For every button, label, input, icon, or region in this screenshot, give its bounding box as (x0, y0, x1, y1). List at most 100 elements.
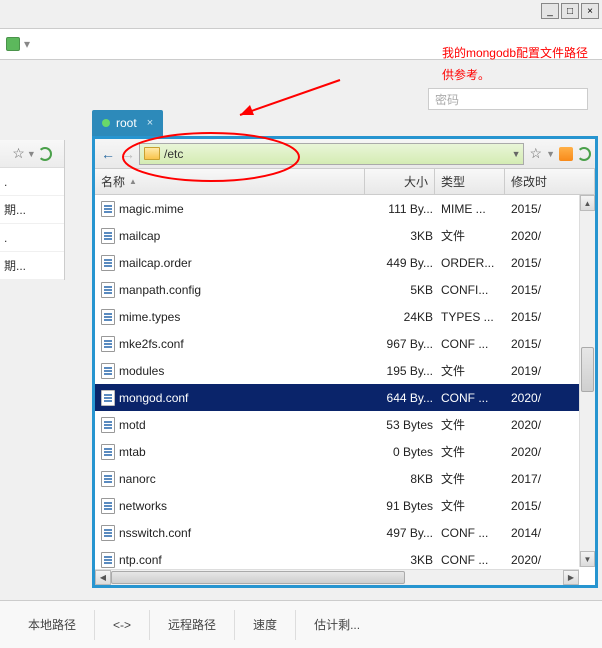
scroll-up-button[interactable]: ▲ (580, 195, 595, 211)
file-size: 3KB (371, 229, 441, 243)
home-icon[interactable] (559, 147, 573, 161)
back-button[interactable]: ← (99, 145, 117, 163)
table-row[interactable]: mailcap3KB文件2020/ (95, 222, 595, 249)
refresh-button[interactable] (577, 147, 591, 161)
file-size: 5KB (371, 283, 441, 297)
connection-indicator-icon (6, 37, 20, 51)
scroll-thumb-horizontal[interactable] (111, 571, 405, 584)
sidebar-item[interactable]: . (0, 168, 64, 196)
file-size: 449 By... (371, 256, 441, 270)
scroll-right-button[interactable]: ▶ (563, 570, 579, 585)
close-button[interactable]: × (581, 3, 599, 19)
minimize-button[interactable]: _ (541, 3, 559, 19)
bookmark-icon[interactable]: ☆ (530, 145, 543, 162)
file-size: 3KB (371, 553, 441, 567)
file-name: mailcap (119, 229, 160, 243)
table-row[interactable]: mailcap.order449 By...ORDER...2015/ (95, 249, 595, 276)
path-input[interactable]: /etc ▼ (139, 143, 524, 165)
table-row[interactable]: magic.mime111 By...MIME ...2015/ (95, 195, 595, 222)
table-row[interactable]: mtab0 Bytes文件2020/ (95, 438, 595, 465)
file-size: 967 By... (371, 337, 441, 351)
table-row[interactable]: nsswitch.conf497 By...CONF ...2014/ (95, 519, 595, 546)
folder-icon (144, 147, 160, 160)
file-name: nanorc (119, 472, 156, 486)
scroll-left-button[interactable]: ◀ (95, 570, 111, 585)
file-name: ntp.conf (119, 553, 162, 567)
file-type: 文件 (441, 470, 511, 487)
status-direction: <-> (95, 610, 150, 640)
file-size: 644 By... (371, 391, 441, 405)
sidebar-item[interactable]: 期... (0, 252, 64, 280)
horizontal-scrollbar[interactable]: ◀ ▶ (95, 569, 579, 585)
path-dropdown-icon[interactable]: ▼ (512, 149, 521, 159)
file-icon (101, 417, 115, 433)
file-icon (101, 282, 115, 298)
annotation-line-1: 我的mongodb配置文件路径 (442, 42, 588, 64)
file-type: 文件 (441, 227, 511, 244)
file-type: CONF ... (441, 391, 511, 405)
sidebar-toolbar: ☆ ▼ (0, 140, 64, 168)
file-name: motd (119, 418, 146, 432)
table-row[interactable]: motd53 Bytes文件2020/ (95, 411, 595, 438)
file-size: 91 Bytes (371, 499, 441, 513)
vertical-scrollbar[interactable]: ▲ ▼ (579, 195, 595, 567)
file-name: mongod.conf (119, 391, 188, 405)
sidebar-item[interactable]: . (0, 224, 64, 252)
forward-button[interactable]: → (119, 145, 137, 163)
file-icon (101, 471, 115, 487)
file-icon (101, 525, 115, 541)
bookmark-dropdown-icon[interactable]: ▼ (546, 149, 555, 159)
file-type: 文件 (441, 362, 511, 379)
refresh-icon[interactable] (38, 147, 52, 161)
file-type: CONF ... (441, 337, 511, 351)
file-name: networks (119, 499, 167, 513)
column-type[interactable]: 类型 (435, 169, 505, 194)
file-list: magic.mime111 By...MIME ...2015/mailcap 3… (95, 195, 595, 585)
file-type: CONFI... (441, 283, 511, 297)
status-speed: 速度 (235, 610, 296, 640)
dropdown-icon[interactable]: ▼ (27, 149, 36, 159)
file-type: CONF ... (441, 553, 511, 567)
sidebar-item[interactable]: 期... (0, 196, 64, 224)
file-browser-panel: ← → /etc ▼ ☆ ▼ 名称▲ 大小 类型 修改时 magic.mime1… (92, 136, 598, 588)
file-size: 111 By... (371, 202, 441, 216)
file-type: 文件 (441, 443, 511, 460)
left-sidebar: ☆ ▼ .期....期... (0, 140, 65, 280)
column-modified[interactable]: 修改时 (505, 169, 595, 194)
table-row[interactable]: networks91 Bytes文件2015/ (95, 492, 595, 519)
navigation-bar: ← → /etc ▼ ☆ ▼ (95, 139, 595, 169)
table-row[interactable]: modules195 By...文件2019/ (95, 357, 595, 384)
file-name: nsswitch.conf (119, 526, 191, 540)
file-type: 文件 (441, 416, 511, 433)
favorite-icon[interactable]: ☆ (12, 145, 25, 162)
file-size: 8KB (371, 472, 441, 486)
maximize-button[interactable]: □ (561, 3, 579, 19)
file-type: 文件 (441, 497, 511, 514)
file-size: 195 By... (371, 364, 441, 378)
file-type: MIME ... (441, 202, 511, 216)
table-row[interactable]: mongod.conf644 By...CONF ...2020/ (95, 384, 595, 411)
status-local-path: 本地路径 (10, 610, 95, 640)
file-size: 0 Bytes (371, 445, 441, 459)
file-icon (101, 228, 115, 244)
column-size[interactable]: 大小 (365, 169, 435, 194)
column-name[interactable]: 名称▲ (95, 169, 365, 194)
scroll-thumb-vertical[interactable] (581, 347, 594, 392)
annotation-text: 我的mongodb配置文件路径 供参考。 (442, 42, 588, 86)
status-eta: 估计剩... (296, 610, 378, 640)
table-row[interactable]: mke2fs.conf967 By...CONF ...2015/ (95, 330, 595, 357)
file-icon (101, 363, 115, 379)
session-tab[interactable]: root × (92, 110, 163, 136)
table-row[interactable]: manpath.config5KBCONFI...2015/ (95, 276, 595, 303)
file-type: CONF ... (441, 526, 511, 540)
current-path: /etc (164, 147, 183, 161)
tab-close-icon[interactable]: × (147, 117, 153, 129)
table-row[interactable]: nanorc8KB文件2017/ (95, 465, 595, 492)
session-status-icon (102, 119, 110, 127)
file-table-header: 名称▲ 大小 类型 修改时 (95, 169, 595, 195)
scroll-down-button[interactable]: ▼ (580, 551, 595, 567)
table-row[interactable]: mime.types24KBTYPES ...2015/ (95, 303, 595, 330)
annotation-line-2: 供参考。 (442, 64, 588, 86)
file-name: mtab (119, 445, 146, 459)
password-input[interactable]: 密码 (428, 88, 588, 110)
